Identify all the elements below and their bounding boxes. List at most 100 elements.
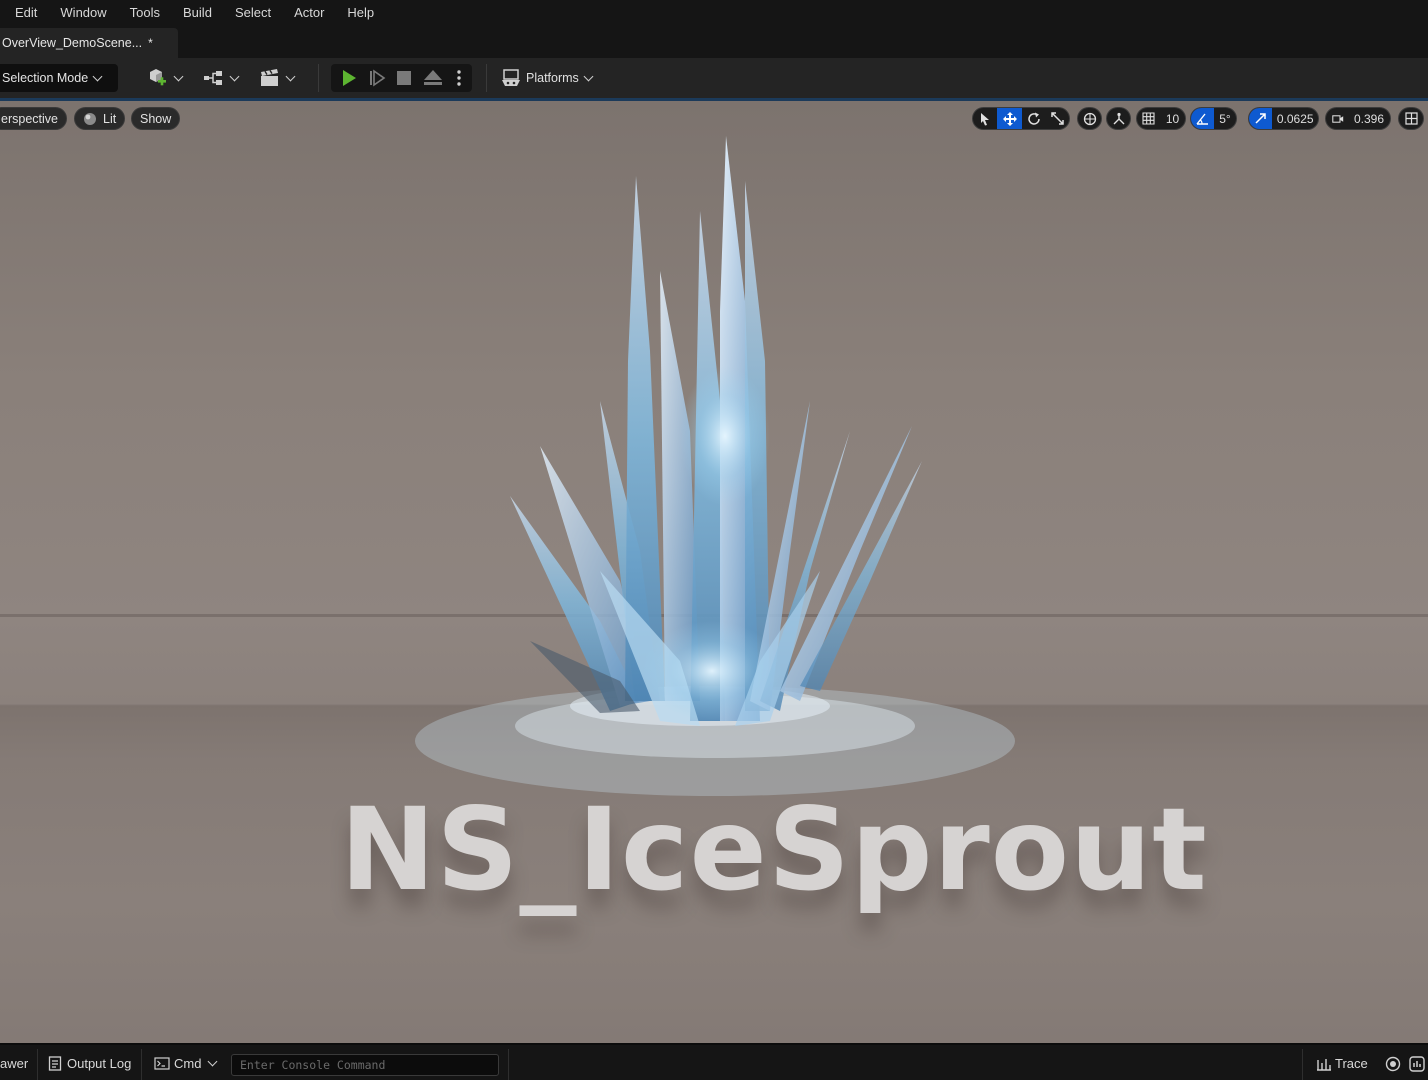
camera-speed-icon-cell (1326, 108, 1348, 129)
scale-tool[interactable] (1045, 108, 1069, 129)
rotate-icon (1027, 112, 1040, 125)
cursor-icon (981, 112, 990, 125)
rotate-tool[interactable] (1022, 108, 1046, 129)
scale-snap-toggle[interactable] (1249, 108, 1273, 129)
play-icon[interactable] (340, 69, 358, 87)
perspective-dropdown[interactable]: erspective (0, 107, 67, 130)
menu-bar: Edit Window Tools Build Select Actor Hel… (0, 0, 1428, 24)
lit-sphere-icon (84, 112, 96, 125)
select-tool[interactable] (973, 108, 997, 129)
toolbar-divider (486, 64, 487, 92)
stop-icon[interactable] (396, 70, 412, 86)
eject-icon[interactable] (423, 69, 443, 87)
rotation-snap-control[interactable]: 5° (1190, 107, 1237, 130)
cmd-label: Cmd (174, 1056, 202, 1071)
viewport-layout-button[interactable] (1398, 107, 1424, 130)
trace-label: Trace (1335, 1056, 1368, 1071)
platforms-icon (502, 69, 520, 86)
menu-help[interactable]: Help (347, 5, 374, 20)
derived-data-icon (1409, 1055, 1425, 1072)
status-divider (1302, 1049, 1303, 1080)
chevron-down-icon (208, 1056, 218, 1067)
level-viewport[interactable]: NS_IceSprout erspective Lit Show 10 5° 0… (0, 101, 1428, 1043)
advance-frame-icon[interactable] (368, 69, 386, 87)
grid-icon (1142, 112, 1155, 125)
menu-tools[interactable]: Tools (130, 5, 160, 20)
show-dropdown[interactable]: Show (131, 107, 181, 130)
console-icon (154, 1057, 170, 1070)
scale-snap-control[interactable]: 0.0625 (1248, 107, 1319, 130)
output-log-button[interactable]: Output Log (48, 1045, 131, 1080)
console-command-input[interactable] (231, 1054, 499, 1076)
add-actor-icon (150, 69, 166, 86)
view-mode-dropdown[interactable]: Lit (74, 107, 126, 130)
menu-build[interactable]: Build (183, 5, 212, 20)
cinematics-icon (261, 69, 278, 86)
grid-snap-toggle[interactable] (1137, 108, 1160, 129)
output-log-icon (48, 1056, 62, 1071)
status-bar: awer Output Log Cmd Trace (0, 1043, 1428, 1080)
cinematics-button[interactable] (259, 68, 296, 88)
level-tab-label: OverView_DemoScene... (2, 36, 143, 50)
play-controls (331, 64, 472, 92)
output-log-label: Output Log (67, 1056, 132, 1071)
world-icon (1083, 112, 1096, 125)
source-control-button[interactable] (1385, 1045, 1401, 1080)
content-drawer-label: awer (0, 1056, 29, 1071)
selection-mode-label: Selection Mode (2, 71, 89, 85)
translate-tool[interactable] (997, 108, 1022, 129)
camera-icon (1332, 114, 1344, 123)
camera-speed-value[interactable]: 0.396 (1348, 108, 1390, 129)
derived-data-button[interactable] (1409, 1045, 1425, 1080)
show-label: Show (140, 111, 172, 126)
platforms-label: Platforms (526, 71, 579, 85)
chevron-down-icon (92, 71, 103, 81)
toolbar-divider (318, 64, 319, 92)
scale-icon (1050, 112, 1064, 125)
unsaved-marker: * (148, 36, 153, 50)
scale-snap-icon (1255, 113, 1266, 124)
selection-mode-dropdown[interactable]: Selection Mode (0, 64, 118, 92)
perspective-label: erspective (1, 111, 58, 126)
chevron-down-icon (173, 71, 184, 81)
trace-icon (1317, 1058, 1331, 1071)
add-actor-button[interactable] (147, 68, 184, 88)
chevron-down-icon (583, 71, 594, 81)
status-divider (37, 1049, 38, 1080)
blueprint-button[interactable] (203, 68, 240, 88)
menu-actor[interactable]: Actor (294, 5, 324, 20)
menu-edit[interactable]: Edit (15, 5, 37, 20)
cmd-dropdown[interactable]: Cmd (154, 1045, 218, 1080)
rotation-snap-value[interactable]: 5° (1214, 108, 1236, 129)
viewport-layout-cell (1399, 108, 1423, 129)
grid-snap-control[interactable]: 10 (1136, 107, 1186, 130)
layout-icon (1404, 112, 1418, 125)
view-mode-label: Lit (103, 111, 117, 126)
surface-snap-toggle[interactable] (1106, 107, 1131, 130)
grid-snap-value[interactable]: 10 (1160, 108, 1185, 129)
main-toolbar: Selection Mode Platforms (0, 58, 1428, 98)
scale-snap-value[interactable]: 0.0625 (1272, 108, 1318, 129)
document-tab-strip: OverView_DemoScene... * (0, 24, 1428, 58)
blueprint-icon (204, 71, 222, 85)
chevron-down-icon (229, 71, 240, 81)
trace-button[interactable]: Trace (1316, 1045, 1368, 1080)
content-drawer-button[interactable]: awer (0, 1045, 28, 1080)
transform-tools (972, 107, 1070, 130)
level-tab[interactable]: OverView_DemoScene... * (0, 28, 178, 58)
more-options-icon[interactable] (455, 69, 463, 87)
source-control-icon (1385, 1056, 1401, 1071)
coordinate-space-cell (1078, 108, 1101, 129)
status-divider (508, 1049, 509, 1080)
scene-title-text: NS_IceSprout (340, 783, 1208, 916)
menu-select[interactable]: Select (235, 5, 271, 20)
platforms-dropdown[interactable]: Platforms (500, 68, 594, 88)
status-divider (141, 1049, 142, 1080)
menu-window[interactable]: Window (60, 5, 106, 20)
chevron-down-icon (285, 71, 296, 81)
rotation-snap-toggle[interactable] (1191, 108, 1214, 129)
angle-icon (1196, 113, 1208, 125)
camera-speed-control[interactable]: 0.396 (1325, 107, 1391, 130)
move-icon (1002, 111, 1017, 126)
world-local-toggle[interactable] (1077, 107, 1102, 130)
